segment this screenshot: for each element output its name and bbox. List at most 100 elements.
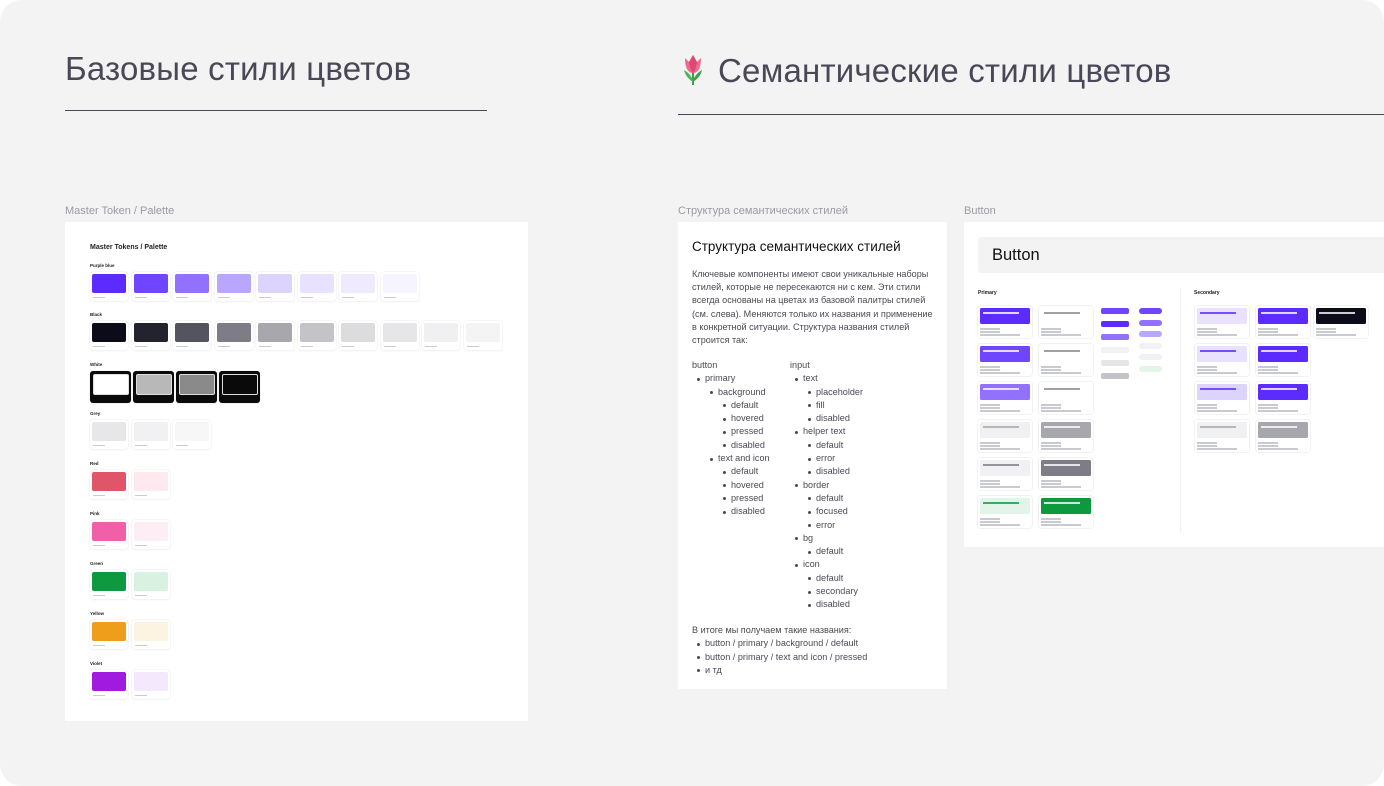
button-frame-header: Button [978, 237, 1384, 273]
tree-input: input text placeholder fill disabled helper t… [790, 359, 863, 612]
color-swatch[interactable] [90, 670, 128, 699]
color-swatch[interactable] [214, 272, 253, 301]
swatch-caption [217, 297, 230, 298]
swatch-caption [93, 297, 105, 298]
token-sample[interactable] [978, 344, 1032, 376]
color-swatch[interactable] [90, 520, 128, 549]
swatch-caption [342, 346, 354, 347]
color-swatch[interactable] [131, 520, 170, 549]
color-swatch[interactable] [214, 321, 253, 350]
token-sample[interactable] [1195, 344, 1249, 376]
token-sample-caption [1258, 334, 1298, 336]
color-swatch[interactable] [173, 420, 211, 449]
tree-node: disabled [790, 412, 863, 425]
token-sample[interactable] [1039, 496, 1093, 528]
component-button-sample[interactable] [1139, 331, 1162, 337]
token-sample[interactable] [1256, 382, 1310, 414]
component-button-sample[interactable] [1139, 354, 1162, 360]
component-button-sample[interactable] [1139, 342, 1162, 349]
token-sample[interactable] [1039, 458, 1093, 490]
footer-item: и тд [692, 664, 867, 677]
color-swatch[interactable] [176, 371, 217, 403]
heading-semantic-styles: Семантические стили цветов [678, 52, 1172, 94]
color-swatch[interactable] [256, 321, 294, 350]
footer-item: button / primary / text and icon / press… [692, 651, 867, 664]
color-swatch[interactable] [297, 272, 336, 301]
color-swatch[interactable] [131, 272, 170, 301]
swatch-color [133, 422, 168, 441]
frame-label-palette[interactable]: Master Token / Palette [65, 205, 174, 217]
color-swatch[interactable] [90, 371, 131, 403]
token-sample-caption [1316, 331, 1336, 333]
structure-frame[interactable]: Структура семантических стилей Ключевые … [678, 222, 947, 689]
color-swatch[interactable] [463, 321, 502, 350]
token-sample[interactable] [1256, 420, 1310, 452]
token-sample-caption [1041, 404, 1061, 406]
color-swatch[interactable] [256, 272, 294, 301]
token-sample[interactable] [978, 306, 1032, 338]
token-sample-caption [980, 372, 1020, 374]
palette-row-label: Red [90, 461, 99, 466]
color-swatch[interactable] [133, 371, 174, 403]
token-sample[interactable] [1039, 306, 1093, 338]
color-swatch[interactable] [131, 620, 170, 649]
palette-frame[interactable]: Master Tokens / Palette Purple blue Black… [65, 222, 528, 721]
swatch-color [341, 323, 375, 342]
color-swatch[interactable] [90, 620, 128, 649]
token-sample[interactable] [1256, 306, 1310, 338]
color-swatch[interactable] [339, 321, 377, 350]
tree-node: border [790, 479, 863, 492]
swatch-color [216, 323, 251, 342]
token-sample[interactable] [1195, 306, 1249, 338]
swatch-caption [217, 346, 230, 347]
token-sample-text [1044, 464, 1080, 466]
color-swatch[interactable] [90, 420, 128, 449]
color-swatch[interactable] [173, 321, 211, 350]
token-sample[interactable] [978, 420, 1032, 452]
token-sample-caption [1041, 480, 1061, 482]
token-sample[interactable] [1195, 420, 1249, 452]
tree-node: disabled [692, 439, 770, 452]
tree-node: error [790, 519, 863, 532]
token-sample[interactable] [1039, 382, 1093, 414]
color-swatch[interactable] [131, 470, 170, 499]
token-sample[interactable] [978, 382, 1032, 414]
component-button-sample[interactable] [1139, 319, 1162, 326]
color-swatch[interactable] [90, 321, 128, 350]
token-sample-caption [980, 521, 1000, 523]
token-sample-caption [1041, 486, 1081, 488]
color-swatch[interactable] [380, 272, 419, 301]
color-swatch[interactable] [173, 272, 211, 301]
frame-label-structure[interactable]: Структура семантических стилей [678, 205, 848, 217]
color-swatch[interactable] [131, 670, 170, 699]
color-swatch[interactable] [90, 470, 128, 499]
color-swatch[interactable] [131, 570, 170, 599]
token-sample[interactable] [1314, 306, 1368, 338]
color-swatch[interactable] [90, 272, 128, 301]
color-swatch[interactable] [297, 321, 336, 350]
token-sample[interactable] [1195, 382, 1249, 414]
token-sample-caption [1197, 410, 1237, 412]
component-button-sample[interactable] [1139, 308, 1162, 314]
token-sample-fill [1041, 346, 1091, 362]
token-sample[interactable] [978, 458, 1032, 490]
frame-label-button[interactable]: Button [964, 205, 996, 217]
color-swatch[interactable] [422, 321, 460, 350]
color-swatch[interactable] [131, 321, 170, 350]
tree-node: default [692, 465, 770, 478]
swatch-caption [134, 545, 147, 546]
token-sample[interactable] [1256, 344, 1310, 376]
color-swatch[interactable] [219, 371, 260, 403]
token-sample[interactable] [1039, 344, 1093, 376]
color-swatch[interactable] [90, 570, 128, 599]
color-swatch[interactable] [339, 272, 377, 301]
token-sample[interactable] [978, 496, 1032, 528]
swatch-caption [383, 297, 396, 298]
swatch-caption [300, 346, 313, 347]
tree-node: fill [790, 399, 863, 412]
token-sample[interactable] [1039, 420, 1093, 452]
component-button-sample[interactable] [1139, 365, 1162, 372]
color-swatch[interactable] [380, 321, 419, 350]
color-swatch[interactable] [131, 420, 170, 449]
button-frame[interactable]: Button Primary Secondary [964, 222, 1384, 547]
